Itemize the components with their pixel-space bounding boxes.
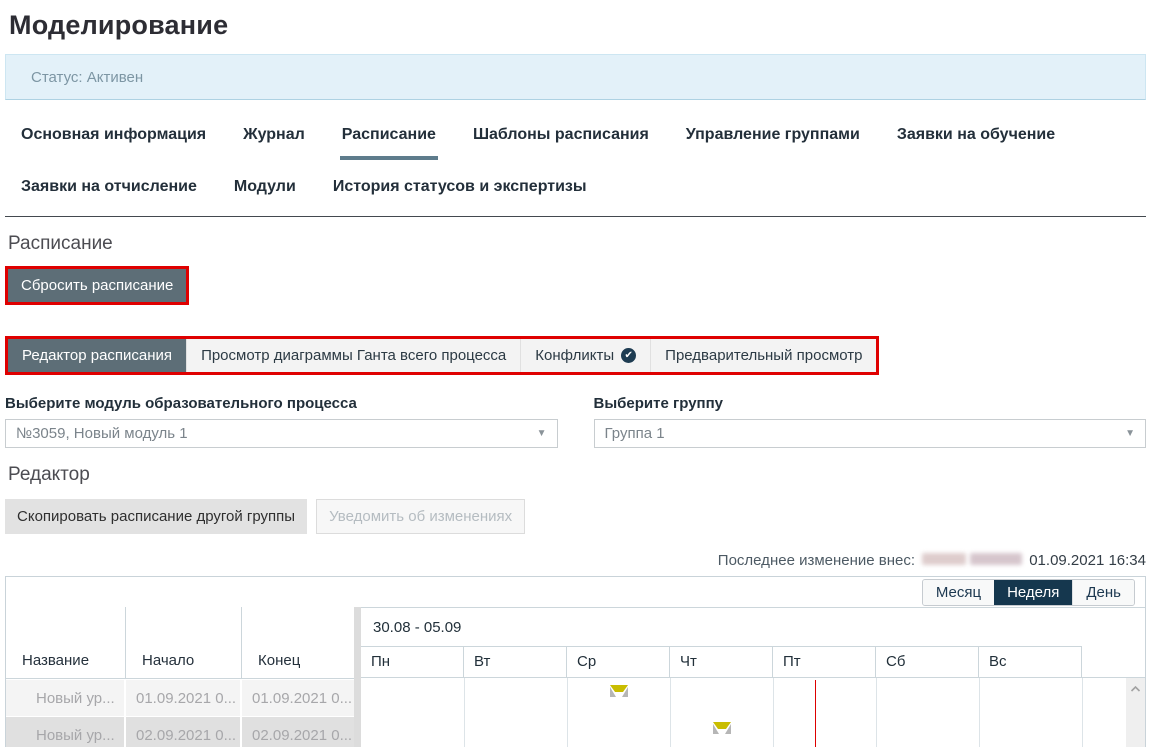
status-bar: Статус: Активен — [5, 54, 1146, 100]
module-select-group: Выберите модуль образовательного процесс… — [5, 395, 558, 448]
tab-journal[interactable]: Журнал — [241, 126, 307, 160]
status-text: Статус: Активен — [31, 69, 143, 86]
day-header-Вс: Вс — [979, 646, 1082, 677]
tab-status-history[interactable]: История статусов и экспертизы — [331, 178, 589, 212]
table-gantt-splitter[interactable] — [354, 607, 361, 747]
current-time-line — [815, 680, 816, 747]
notify-changes-button[interactable]: Уведомить об изменениях — [316, 499, 525, 534]
tab-training-requests[interactable]: Заявки на обучение — [895, 126, 1057, 160]
gantt-column-line — [876, 678, 877, 747]
lessons-table: НазваниеНачалоКонец Новый ур...01.09.202… — [6, 607, 354, 747]
subtab-conflicts[interactable]: Конфликты✔ — [520, 339, 650, 372]
gantt-column-line — [1082, 678, 1083, 747]
gantt-column-line — [670, 678, 671, 747]
editor-buttons: Скопировать расписание другой группы Уве… — [5, 499, 1146, 534]
module-select-label: Выберите модуль образовательного процесс… — [5, 395, 558, 412]
gantt-pane: 30.08 - 05.09 ПнВтСрЧтПтСбВс — [361, 607, 1145, 747]
day-header-Вт: Вт — [464, 646, 567, 677]
tab-group-management[interactable]: Управление группами — [684, 126, 862, 160]
table-cell: 01.09.2021 0... — [242, 680, 354, 716]
page: Моделирование Статус: Активен Основная и… — [0, 0, 1161, 747]
page-title: Моделирование — [9, 10, 1146, 41]
main-tabs: Основная информация Журнал Расписание Шабло… — [19, 126, 1149, 212]
view-switch-week[interactable]: Неделя — [994, 580, 1072, 605]
table-cell: 02.09.2021 0... — [126, 717, 240, 747]
view-switch: МесяцНеделяДень — [922, 579, 1135, 606]
table-cell: 01.09.2021 0... — [126, 680, 240, 716]
tab-main-info[interactable]: Основная информация — [19, 126, 208, 160]
view-switch-day[interactable]: День — [1072, 580, 1134, 605]
last-modified-label: Последнее изменение внес: — [718, 552, 915, 569]
subtab-gantt-view[interactable]: Просмотр диаграммы Ганта всего процесса — [186, 339, 520, 372]
milestone-flag-icon[interactable] — [713, 722, 731, 735]
gantt-column-line — [567, 678, 568, 747]
group-select[interactable]: Группа 1 ▼ — [594, 419, 1147, 448]
scheduler-toolbar: МесяцНеделяДень — [6, 577, 1145, 607]
day-header-Чт: Чт — [670, 646, 773, 677]
gantt-vertical-scrollbar[interactable] — [1126, 678, 1145, 747]
gantt-day-header: ПнВтСрЧтПтСбВс — [361, 646, 1145, 678]
gantt-column-line — [773, 678, 774, 747]
scheduler: МесяцНеделяДень НазваниеНачалоКонец Новы… — [5, 576, 1146, 747]
day-header-Сб: Сб — [876, 646, 979, 677]
chevron-up-icon — [1130, 685, 1141, 693]
view-switch-month[interactable]: Месяц — [923, 580, 994, 605]
gantt-content — [361, 678, 1145, 747]
redacted-user-name — [922, 552, 1022, 569]
gantt-week-range: 30.08 - 05.09 — [373, 619, 461, 636]
last-modified-datetime: 01.09.2021 16:34 — [1029, 552, 1146, 569]
group-select-value: Группа 1 — [605, 425, 665, 442]
scheduler-body: НазваниеНачалоКонец Новый ур...01.09.202… — [6, 607, 1145, 747]
table-cell: Новый ур... — [6, 680, 124, 716]
copy-schedule-button[interactable]: Скопировать расписание другой группы — [5, 499, 307, 534]
gantt-column-line — [464, 678, 465, 747]
milestone-flag-icon[interactable] — [610, 685, 628, 698]
table-row[interactable]: Новый ур...02.09.2021 0...02.09.2021 0..… — [6, 717, 354, 747]
check-circle-icon: ✔ — [621, 348, 636, 363]
table-cell: Новый ур... — [6, 717, 124, 747]
chevron-down-icon: ▼ — [537, 428, 547, 439]
day-header-Пт: Пт — [773, 646, 876, 677]
table-cell: 02.09.2021 0... — [242, 717, 354, 747]
tab-schedule[interactable]: Расписание — [340, 126, 438, 160]
module-select-value: №3059, Новый модуль 1 — [16, 425, 188, 442]
annotation-red-box-subtabs: Редактор расписанияПросмотр диаграммы Га… — [5, 336, 879, 375]
reset-schedule-button[interactable]: Сбросить расписание — [8, 269, 186, 302]
day-header-filler — [1082, 646, 1145, 677]
module-select[interactable]: №3059, Новый модуль 1 ▼ — [5, 419, 558, 448]
column-header-0: Название — [6, 607, 126, 678]
selects-row: Выберите модуль образовательного процесс… — [5, 395, 1146, 448]
group-select-group: Выберите группу Группа 1 ▼ — [594, 395, 1147, 448]
column-header-2: Конец — [242, 607, 354, 678]
schedule-section-heading: Расписание — [8, 233, 1146, 255]
lessons-table-header: НазваниеНачалоКонец — [6, 607, 354, 679]
tab-schedule-templates[interactable]: Шаблоны расписания — [471, 126, 651, 160]
editor-section-heading: Редактор — [8, 464, 1146, 486]
subtab-schedule-editor[interactable]: Редактор расписания — [8, 339, 186, 372]
chevron-down-icon: ▼ — [1125, 428, 1135, 439]
tabs-divider — [5, 216, 1146, 217]
table-row[interactable]: Новый ур...01.09.2021 0...01.09.2021 0..… — [6, 680, 354, 716]
annotation-red-box-reset: Сбросить расписание — [5, 266, 189, 305]
gantt-week-row: 30.08 - 05.09 — [361, 608, 1145, 647]
group-select-label: Выберите группу — [594, 395, 1147, 412]
tab-modules[interactable]: Модули — [232, 178, 298, 212]
day-header-Ср: Ср — [567, 646, 670, 677]
lessons-table-rows: Новый ур...01.09.2021 0...01.09.2021 0..… — [6, 680, 354, 747]
column-header-1: Начало — [126, 607, 242, 678]
last-modified-line: Последнее изменение внес: 01.09.2021 16:… — [5, 552, 1146, 569]
tab-expulsion-requests[interactable]: Заявки на отчисление — [19, 178, 199, 212]
gantt-column-line — [979, 678, 980, 747]
day-header-Пн: Пн — [361, 646, 464, 677]
subtab-preview[interactable]: Предварительный просмотр — [650, 339, 876, 372]
schedule-subtabs: Редактор расписанияПросмотр диаграммы Га… — [8, 339, 876, 372]
